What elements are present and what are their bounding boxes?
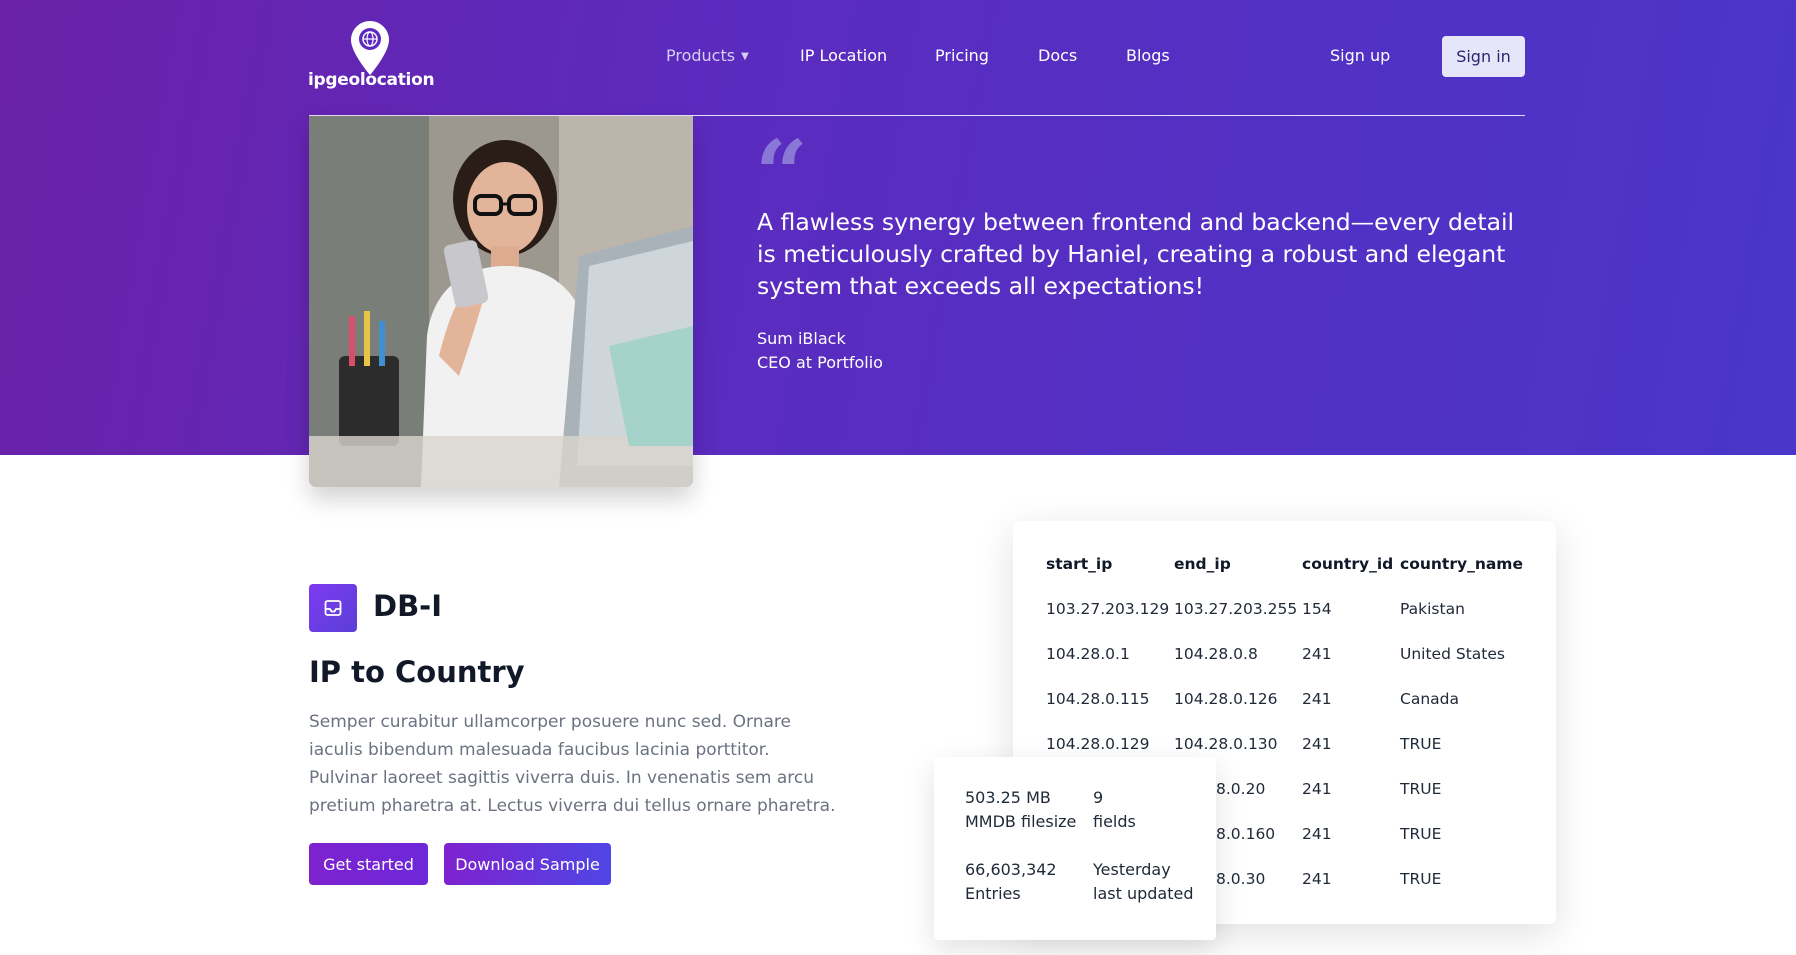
table-cell: 241 bbox=[1302, 645, 1332, 663]
stat-entries-value: 66,603,342 bbox=[965, 860, 1057, 879]
nav-item-docs[interactable]: Docs bbox=[1038, 46, 1077, 65]
sign-up-link[interactable]: Sign up bbox=[1330, 46, 1390, 65]
table-cell: 241 bbox=[1302, 735, 1332, 753]
table-header-start-ip: start_ip bbox=[1046, 555, 1113, 573]
table-cell: 104.28.0.130 bbox=[1174, 735, 1278, 753]
table-cell: TRUE bbox=[1400, 780, 1442, 798]
stat-fields-label: fields bbox=[1093, 812, 1136, 831]
nav-item-products[interactable]: Products ▼ bbox=[666, 46, 749, 65]
table-cell: 154 bbox=[1302, 600, 1332, 618]
table-cell: 241 bbox=[1302, 690, 1332, 708]
inbox-icon bbox=[309, 584, 357, 632]
table-cell: 241 bbox=[1302, 780, 1332, 798]
nav-item-blogs[interactable]: Blogs bbox=[1126, 46, 1170, 65]
download-sample-button[interactable]: Download Sample bbox=[444, 843, 611, 885]
nav-products-label: Products bbox=[666, 46, 736, 65]
table-cell: 104.28.0.8 bbox=[1174, 645, 1258, 663]
table-cell: 104.28.0.126 bbox=[1174, 690, 1278, 708]
table-cell: 241 bbox=[1302, 870, 1332, 888]
logo[interactable]: ipgeolocation bbox=[308, 20, 435, 92]
nav-item-pricing[interactable]: Pricing bbox=[935, 46, 989, 65]
inbox-glyph bbox=[324, 600, 342, 616]
woman-with-phone-illustration bbox=[309, 116, 693, 487]
testimonial-photo bbox=[309, 116, 693, 487]
chevron-down-icon: ▼ bbox=[741, 51, 749, 62]
table-cell: TRUE bbox=[1400, 825, 1442, 843]
table-cell: 104.28.0.129 bbox=[1046, 735, 1150, 753]
table-cell: 8.0.20 bbox=[1216, 780, 1266, 798]
testimonial-quote: A flawless synergy between frontend and … bbox=[757, 208, 1515, 300]
table-cell: TRUE bbox=[1400, 870, 1442, 888]
logo-text: ipgeolocation bbox=[308, 70, 435, 90]
stat-filesize-label: MMDB filesize bbox=[965, 812, 1077, 831]
table-cell: United States bbox=[1400, 645, 1505, 663]
stat-updated-label: last updated bbox=[1093, 884, 1194, 903]
table-header-country-id: country_id bbox=[1302, 555, 1394, 573]
table-cell: 104.28.0.1 bbox=[1046, 645, 1130, 663]
stat-fields-value: 9 bbox=[1093, 788, 1104, 807]
table-header-end-ip: end_ip bbox=[1174, 555, 1231, 573]
table-cell: 8.0.30 bbox=[1216, 870, 1266, 888]
nav-item-ip-location[interactable]: IP Location bbox=[800, 46, 887, 65]
map-pin-globe-icon bbox=[351, 21, 389, 75]
stat-filesize-value: 503.25 MB bbox=[965, 788, 1051, 807]
stat-updated-value: Yesterday bbox=[1093, 860, 1171, 879]
table-cell: 103.27.203.255 bbox=[1174, 600, 1298, 618]
table-cell: Pakistan bbox=[1400, 600, 1465, 618]
testimonial-author-name: Sum iBlack bbox=[757, 329, 846, 348]
table-cell: 103.27.203.129 bbox=[1046, 600, 1170, 618]
table-cell: 104.28.0.115 bbox=[1046, 690, 1150, 708]
product-description: Semper curabitur ullamcorper posuere nun… bbox=[309, 712, 836, 816]
sign-in-button[interactable]: Sign in bbox=[1442, 36, 1525, 77]
stat-entries-label: Entries bbox=[965, 884, 1021, 903]
get-started-button[interactable]: Get started bbox=[309, 843, 428, 885]
table-cell: 241 bbox=[1302, 825, 1332, 843]
table-header-country-name: country_name bbox=[1400, 555, 1523, 573]
product-title: IP to Country bbox=[309, 655, 525, 689]
product-code: DB-I bbox=[373, 589, 443, 623]
table-cell: Canada bbox=[1400, 690, 1459, 708]
database-stats-card: 503.25 MB MMDB filesize 9 fields 66,603,… bbox=[934, 757, 1216, 940]
table-cell: TRUE bbox=[1400, 735, 1442, 753]
testimonial-author-role: CEO at Portfolio bbox=[757, 353, 883, 372]
table-cell: 8.0.160 bbox=[1216, 825, 1276, 843]
